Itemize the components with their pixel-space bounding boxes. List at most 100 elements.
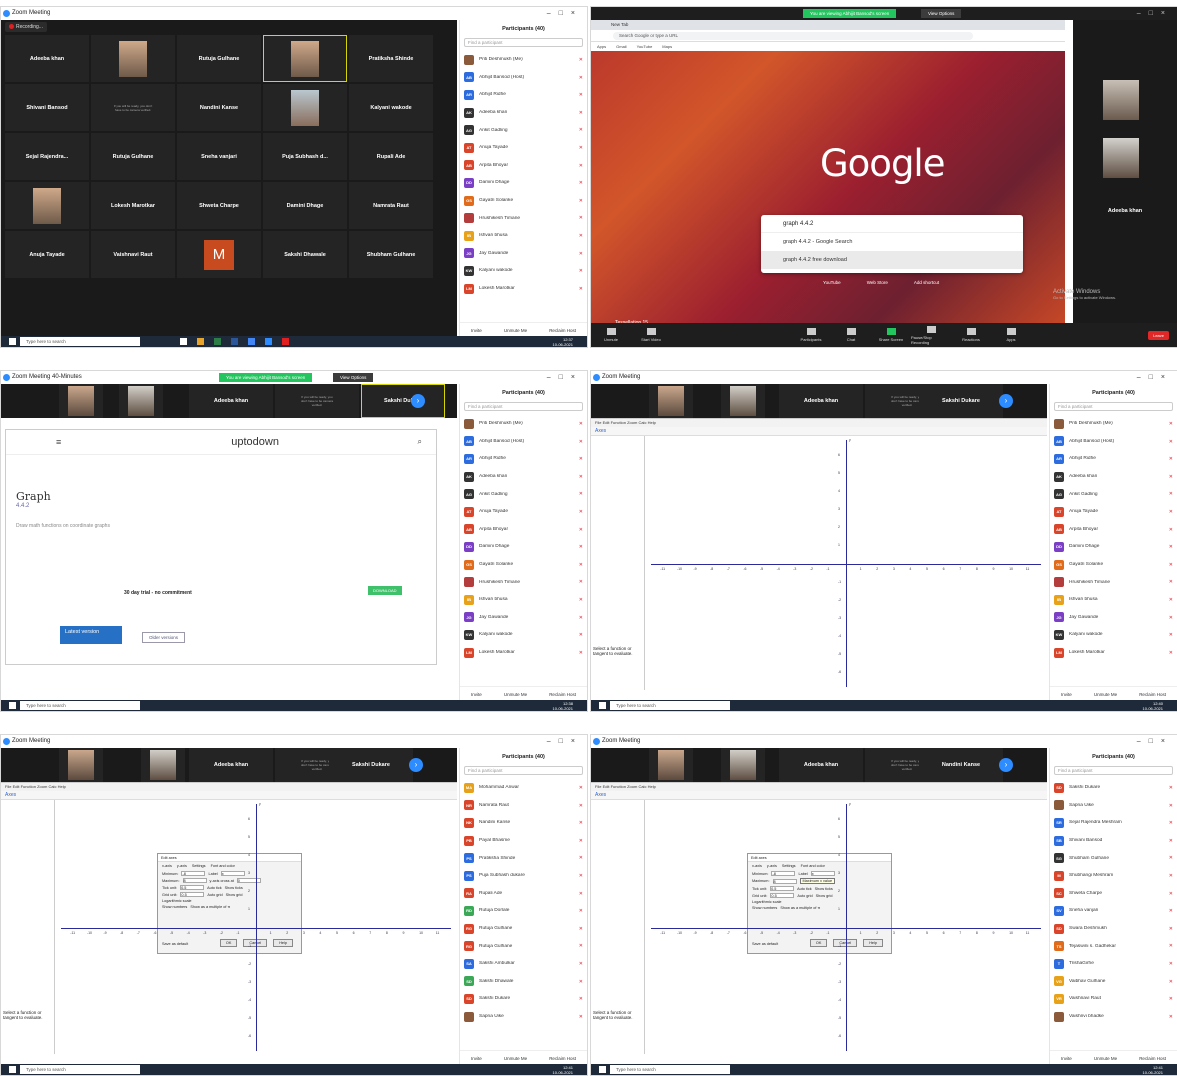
invite-button[interactable]: Invite — [1061, 1056, 1072, 1061]
taskbar-search[interactable]: Type here to search — [610, 1065, 730, 1074]
video-tile[interactable]: If you will be ready, you don't have to … — [91, 84, 175, 131]
chrome-tab[interactable]: New Tab — [611, 22, 628, 27]
omnibox[interactable]: Search Google or type a URL — [613, 31, 973, 40]
windows-start-icon[interactable] — [9, 1066, 16, 1073]
participant-row[interactable]: AK Adeeba khan ✕ — [460, 104, 587, 122]
minimum-input[interactable]: -8 — [181, 871, 206, 876]
window-controls[interactable]: –□× — [1137, 735, 1173, 748]
window-controls[interactable]: –□× — [547, 7, 583, 20]
participant-row[interactable]: GS Gayatri Solanke ✕ — [460, 192, 587, 210]
participant-row[interactable]: PS Pratiksha Shinde ✕ — [460, 849, 587, 867]
participant-row[interactable]: IB Ishvari bhusa ✕ — [460, 227, 587, 245]
participant-row[interactable]: AT Anuja Tayade ✕ — [1050, 503, 1177, 521]
participant-row[interactable]: KW Kalyani wakode ✕ — [460, 262, 587, 280]
search-icon[interactable]: ⌕ — [418, 437, 422, 447]
video-tile[interactable]: Vaishnavi Raut — [91, 231, 175, 278]
show-ticks-checkbox[interactable]: Show ticks — [815, 887, 833, 891]
menu-icon[interactable]: ≡ — [56, 437, 61, 447]
unmute-me-button[interactable]: Unmute Me — [504, 1056, 527, 1061]
multiple-pi-checkbox[interactable]: Show as a multiple of π — [190, 905, 230, 909]
shortcut-youtube[interactable]: YouTube — [823, 280, 841, 285]
chrome-icon[interactable] — [248, 338, 255, 345]
participant-row[interactable]: LM Lokesh Marotkar ✕ — [460, 644, 587, 662]
auto-tick-checkbox[interactable]: Auto tick — [207, 886, 222, 890]
participant-row[interactable]: SD Sakshi Dhawale ✕ — [460, 973, 587, 991]
participant-row[interactable]: AT Anuja Tayade ✕ — [460, 503, 587, 521]
next-page-arrow-icon[interactable]: › — [999, 394, 1013, 408]
invite-button[interactable]: Invite — [471, 692, 482, 697]
taskbar-search[interactable]: Type here to search — [20, 1065, 140, 1074]
participant-row[interactable]: AR Abhijit Ridhe ✕ — [460, 86, 587, 104]
window-controls[interactable]: –□× — [547, 371, 583, 384]
participant-row[interactable]: AB Abhijit Bansod (Host) ✕ — [460, 433, 587, 451]
system-clock[interactable]: 12:41 10-06-2021 — [553, 1065, 573, 1075]
axis-cross-input[interactable]: 0 — [236, 878, 261, 883]
unmute-me-button[interactable]: Unmute Me — [504, 692, 527, 697]
participant-row[interactable]: LM Lokesh Marotkar ✕ — [1050, 644, 1177, 662]
menu-help[interactable]: Help — [58, 784, 66, 789]
download-button[interactable]: DOWNLOAD — [368, 586, 402, 595]
view-options-button[interactable]: View Options — [921, 9, 962, 18]
participant-row[interactable]: Hrushikesh Timane ✕ — [460, 209, 587, 227]
excel-icon[interactable] — [214, 338, 221, 345]
participant-row[interactable]: SD Sakshi Dukare ✕ — [460, 990, 587, 1008]
log-scale-checkbox[interactable]: Logarithmic scale — [162, 899, 192, 903]
recording-button[interactable]: Pause/Stop Recording — [911, 325, 951, 345]
show-grid-checkbox[interactable]: Show grid — [816, 894, 833, 898]
zoom-app-icon[interactable] — [265, 338, 272, 345]
participant-row[interactable]: KW Kalyani wakode ✕ — [460, 626, 587, 644]
participant-row[interactable]: AB Arpita Bhoyar ✕ — [1050, 521, 1177, 539]
help-button[interactable]: Help — [273, 939, 293, 947]
label-checkbox-label[interactable]: Label — [208, 872, 217, 876]
find-participant-input[interactable]: Find a participant — [464, 38, 583, 47]
participant-row[interactable]: AT Anuja Tayade ✕ — [460, 139, 587, 157]
participant-row[interactable]: PS Puja Subhash dukare ✕ — [460, 867, 587, 885]
participant-row[interactable]: JG Jay Gawande ✕ — [460, 609, 587, 627]
participant-row[interactable]: KW Kalyani wakode ✕ — [1050, 626, 1177, 644]
system-clock[interactable]: 12:40 10-06-2021 — [1143, 701, 1163, 711]
next-page-arrow-icon[interactable]: › — [409, 758, 423, 772]
reclaim-host-button[interactable]: Reclaim Host — [1139, 692, 1166, 697]
help-button[interactable]: Help — [863, 939, 883, 947]
video-tile[interactable]: Adeeba khan — [5, 35, 89, 82]
windows-start-icon[interactable] — [9, 702, 16, 709]
menu-file[interactable]: File — [5, 784, 11, 789]
participant-row[interactable]: LM Lokesh Marotkar ✕ — [460, 280, 587, 298]
menu-calc[interactable]: Calc — [638, 784, 646, 789]
recording-indicator[interactable]: Recording... — [5, 22, 47, 32]
suggestion-google-search[interactable]: graph 4.4.2 - Google Search — [761, 233, 1023, 251]
invite-button[interactable]: Invite — [471, 1056, 482, 1061]
participant-row[interactable]: Priti Deshmukh (Me) ✕ — [1050, 415, 1177, 433]
video-tile[interactable]: Sneha vanjari — [177, 133, 261, 180]
windows-start-icon[interactable] — [599, 1066, 606, 1073]
uptodown-logo[interactable]: uptodown — [231, 436, 279, 448]
video-tile[interactable] — [5, 182, 89, 229]
invite-button[interactable]: Invite — [471, 328, 482, 333]
video-tile[interactable]: Sejal Rajendra... — [5, 133, 89, 180]
show-ticks-checkbox[interactable]: Show ticks — [225, 886, 243, 890]
unmute-me-button[interactable]: Unmute Me — [504, 328, 527, 333]
auto-tick-checkbox[interactable]: Auto tick — [797, 887, 812, 891]
tab-font-color[interactable]: Font and color — [211, 864, 235, 868]
next-page-arrow-icon[interactable]: › — [999, 758, 1013, 772]
participants-button[interactable]: Participants — [791, 328, 831, 342]
shortcut-web-store[interactable]: Web Store — [867, 280, 888, 285]
video-tile[interactable]: Shweta Charpe — [177, 182, 261, 229]
windows-start-icon[interactable] — [599, 702, 606, 709]
window-controls[interactable]: –□× — [1137, 7, 1173, 20]
participant-row[interactable]: RD Rutuja Dorlale ✕ — [460, 902, 587, 920]
participant-row[interactable]: AG Ankit Gadling ✕ — [1050, 485, 1177, 503]
participant-row[interactable]: DD Damini Dhage ✕ — [1050, 538, 1177, 556]
video-tile[interactable]: M — [177, 231, 261, 278]
show-numbers-checkbox[interactable]: Show numbers — [162, 905, 187, 909]
participant-row[interactable]: DD Damini Dhage ✕ — [460, 174, 587, 192]
participant-row[interactable]: AB Arpita Bhoyar ✕ — [460, 521, 587, 539]
menu-function[interactable]: Function — [611, 784, 626, 789]
participant-row[interactable]: PB Payal Bhasme ✕ — [460, 832, 587, 850]
participant-row[interactable]: AR Abhijit Ridhe ✕ — [1050, 450, 1177, 468]
participant-row[interactable]: SA Sakshi Ambulkar ✕ — [460, 955, 587, 973]
pdf-icon[interactable] — [282, 338, 289, 345]
menu-help[interactable]: Help — [648, 784, 656, 789]
video-tile[interactable] — [91, 35, 175, 82]
video-tile[interactable]: Rupali Ade — [349, 133, 433, 180]
